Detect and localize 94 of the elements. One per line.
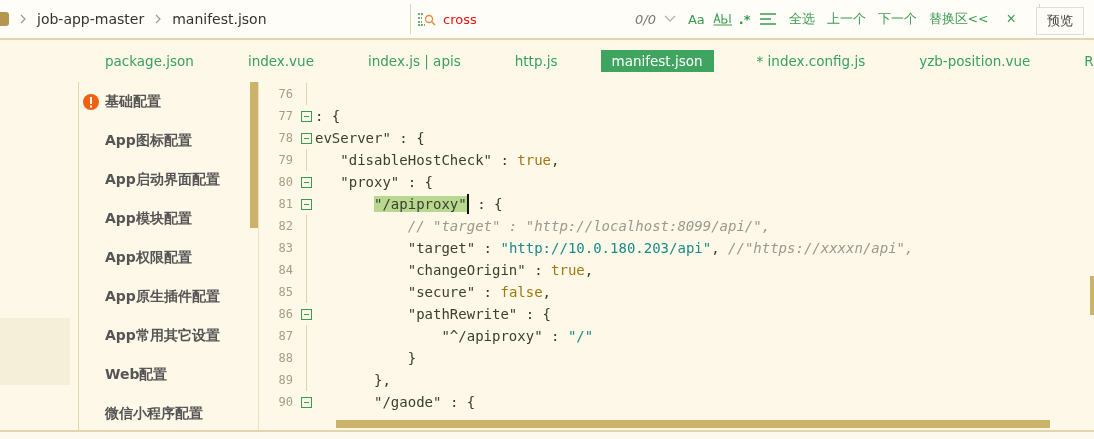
sidebar-item[interactable]: App模块配置 bbox=[105, 209, 192, 228]
code-punctuation: : bbox=[483, 284, 494, 300]
fold-icon[interactable] bbox=[300, 132, 312, 144]
editor-tab[interactable]: index.vue bbox=[236, 50, 325, 72]
editor-tab[interactable]: manifest.json bbox=[600, 50, 714, 72]
code-punctuation: , bbox=[551, 152, 560, 168]
breadcrumb-item[interactable]: manifest.json bbox=[172, 11, 267, 27]
code-punctuation: : { bbox=[449, 394, 476, 410]
code-comment: //"https://xxxxn/api", bbox=[728, 240, 914, 256]
whole-word-icon[interactable] bbox=[712, 11, 733, 27]
code-punctuation: : { bbox=[477, 196, 503, 212]
scrollbar[interactable] bbox=[1090, 276, 1094, 315]
line-number: 77 bbox=[277, 109, 293, 123]
chevron-icon bbox=[154, 13, 163, 25]
sidebar-item[interactable]: App启动界面配置 bbox=[105, 170, 220, 189]
code-key: "proxy" bbox=[340, 174, 400, 190]
line-number: 84 bbox=[277, 263, 293, 277]
scrollbar[interactable] bbox=[250, 82, 258, 228]
code-key: "disableHostCheck" bbox=[340, 152, 492, 168]
editor-tab[interactable]: * index.config.js bbox=[745, 50, 877, 72]
match-count: 0/0 bbox=[635, 11, 656, 27]
close-button[interactable]: × bbox=[1000, 10, 1022, 28]
regex-toggle[interactable]: .* bbox=[738, 11, 751, 27]
fold-icon[interactable] bbox=[300, 308, 312, 320]
code-punctuation: , bbox=[584, 262, 594, 278]
code-comment: // "target" : "http://localhost:8099/api/", bbox=[407, 218, 771, 234]
code-punctuation: } bbox=[407, 350, 417, 366]
find-action-button[interactable]: 全选 bbox=[782, 10, 821, 28]
sidebar-item[interactable]: App原生插件配置 bbox=[105, 287, 220, 306]
editor-tab[interactable]: http.js bbox=[503, 50, 569, 72]
line-number: 89 bbox=[277, 373, 293, 387]
code-key: "/gaode" bbox=[374, 394, 442, 410]
fold-icon[interactable] bbox=[300, 396, 312, 408]
code-punctuation: : { bbox=[399, 130, 425, 146]
editor-tab[interactable]: index.js | apis bbox=[356, 50, 472, 72]
code-key: "^/apiproxy" bbox=[441, 328, 543, 344]
code-key: "pathRewrite" bbox=[407, 306, 518, 322]
find-action-button[interactable]: 下一个 bbox=[871, 10, 923, 28]
line-number: 80 bbox=[277, 175, 293, 189]
code-punctuation: : { bbox=[315, 108, 341, 124]
code-punctuation: : bbox=[534, 262, 544, 278]
code-punctuation: , bbox=[542, 284, 552, 300]
editor-tab[interactable]: package.json bbox=[94, 50, 205, 72]
code-key: "changeOrigin" bbox=[407, 262, 526, 278]
line-number: 81 bbox=[277, 197, 293, 211]
code-punctuation: , bbox=[711, 240, 721, 256]
search-field[interactable]: cross bbox=[441, 11, 635, 27]
line-number: 83 bbox=[277, 241, 293, 255]
line-number: 85 bbox=[277, 285, 293, 299]
code-punctuation: : { bbox=[407, 174, 434, 190]
line-number: 87 bbox=[277, 329, 293, 343]
line-number: 88 bbox=[277, 351, 293, 365]
scrollbar[interactable] bbox=[336, 420, 1050, 428]
line-number: 82 bbox=[277, 219, 293, 233]
lines-icon[interactable] bbox=[758, 12, 777, 26]
code-string: "/" bbox=[567, 328, 594, 344]
code-key: "target" bbox=[407, 240, 476, 256]
project-icon bbox=[0, 12, 9, 26]
breadcrumb-item[interactable]: job-app-master bbox=[37, 11, 145, 27]
sidebar-item[interactable]: Web配置 bbox=[105, 365, 168, 384]
code-literal: true bbox=[551, 262, 585, 278]
code-punctuation: : bbox=[551, 328, 561, 344]
preview-button[interactable]: 预览 bbox=[1036, 7, 1084, 35]
line-number: 86 bbox=[277, 307, 293, 321]
code-key: "secure" bbox=[407, 284, 476, 300]
code-punctuation: : { bbox=[525, 306, 552, 322]
sidebar-item[interactable]: App图标配置 bbox=[105, 131, 192, 150]
fold-icon[interactable] bbox=[300, 176, 312, 188]
code-punctuation: : bbox=[483, 240, 494, 256]
line-number: 79 bbox=[277, 153, 293, 167]
code-string: "http://10.0.180.203/api" bbox=[500, 240, 712, 256]
line-number: 76 bbox=[277, 87, 293, 101]
editor-tab[interactable]: R bbox=[1073, 50, 1094, 72]
code-literal: false bbox=[500, 284, 543, 300]
sidebar-item[interactable]: 微信小程序配置 bbox=[105, 404, 203, 423]
find-action-button[interactable]: 上一个 bbox=[820, 10, 872, 28]
fold-icon[interactable] bbox=[300, 110, 312, 122]
line-number: 78 bbox=[277, 131, 293, 145]
code-punctuation: }, bbox=[374, 372, 391, 388]
fold-icon[interactable] bbox=[300, 198, 312, 210]
line-number: 90 bbox=[277, 395, 293, 409]
code-punctuation: : bbox=[500, 152, 510, 168]
editor-tab[interactable]: yzb-position.vue bbox=[908, 50, 1042, 72]
search-icon bbox=[417, 11, 437, 27]
find-action-button[interactable]: 替换区<< bbox=[922, 10, 995, 28]
code-key: evServer" bbox=[315, 130, 391, 146]
match-case-toggle[interactable]: Aa bbox=[687, 11, 705, 27]
sidebar-item[interactable]: 基础配置 bbox=[105, 92, 161, 111]
dropdown-icon[interactable] bbox=[663, 15, 676, 23]
search-match: "/apiproxy" bbox=[374, 196, 467, 212]
code-literal: true bbox=[517, 152, 552, 168]
sidebar-item[interactable]: App常用其它设置 bbox=[105, 326, 220, 345]
chevron-icon bbox=[19, 13, 27, 25]
sidebar-item[interactable]: App权限配置 bbox=[105, 248, 192, 267]
